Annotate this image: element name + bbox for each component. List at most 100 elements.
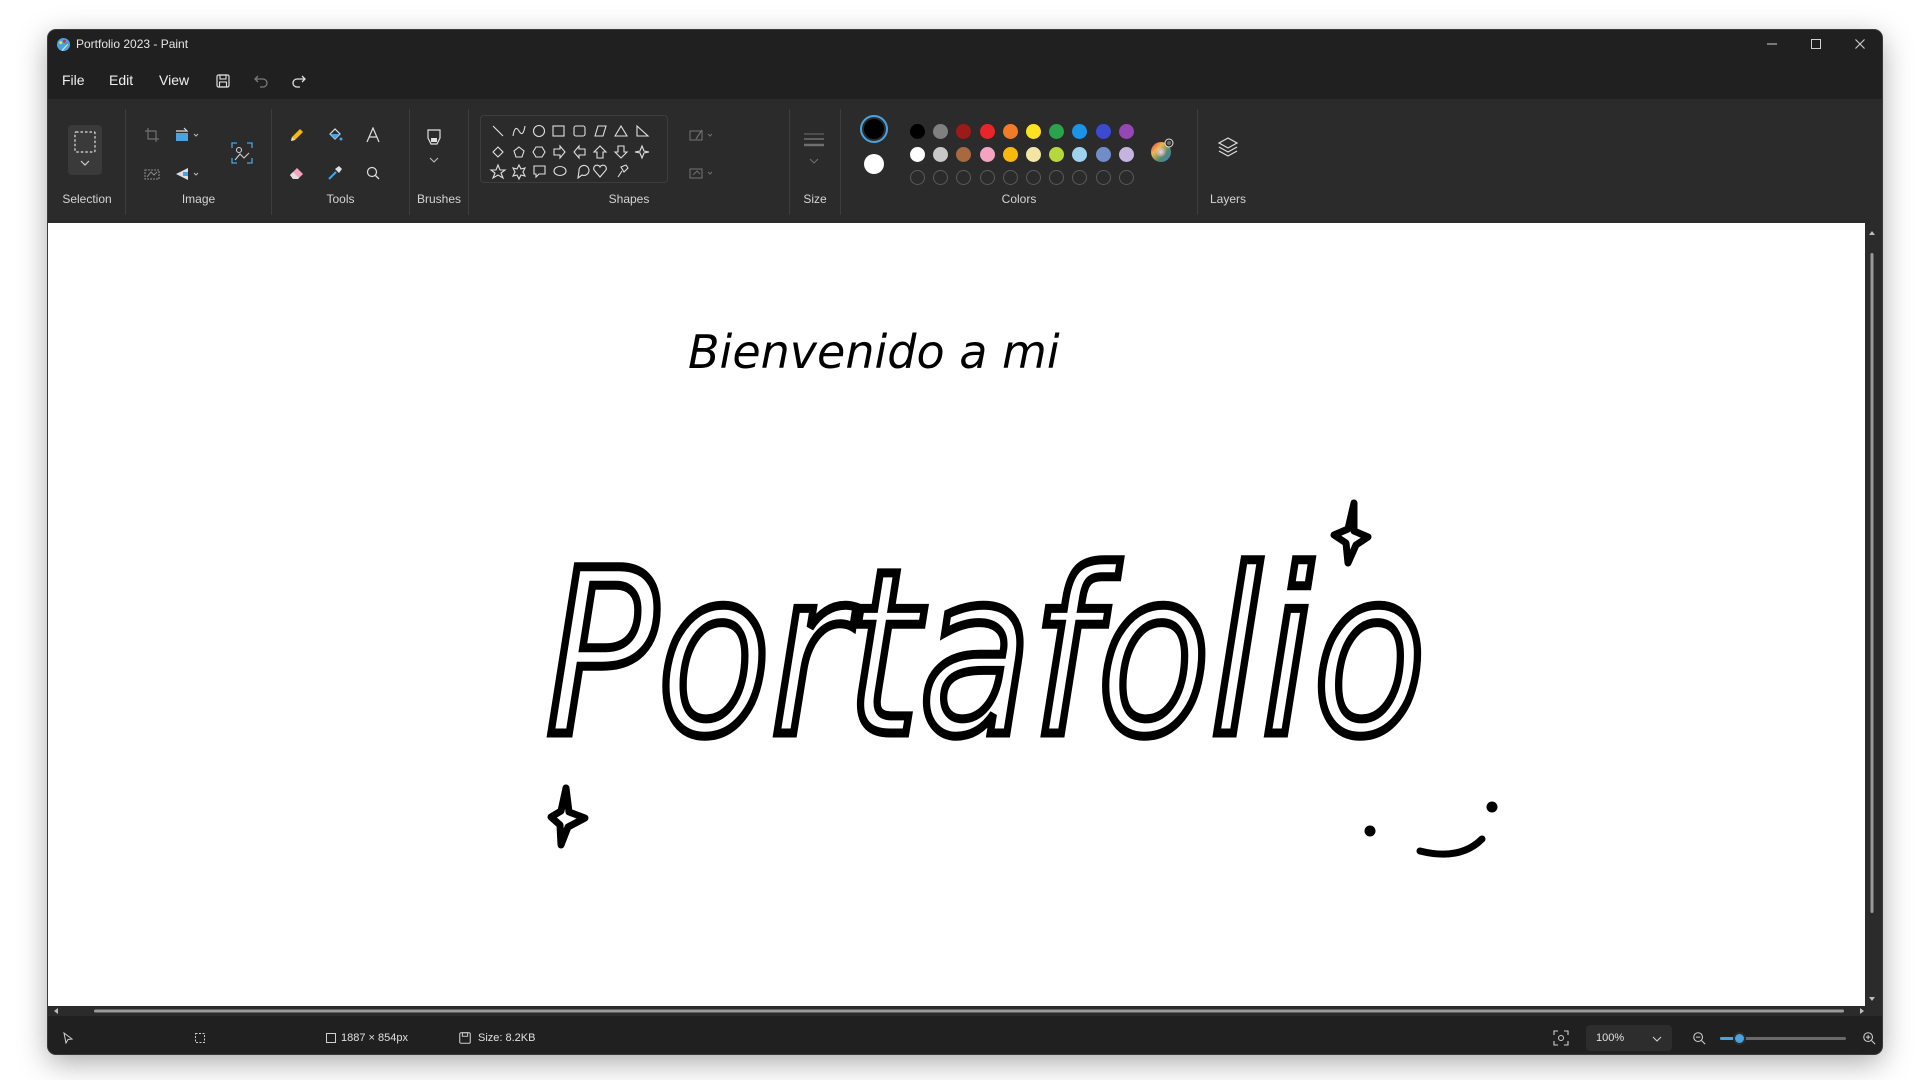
custom-color-slot[interactable] xyxy=(933,170,949,185)
smiley-mouth-doodle xyxy=(1416,835,1486,858)
custom-color-slot[interactable] xyxy=(1026,170,1041,185)
horizontal-scrollbar[interactable] xyxy=(54,1008,1864,1014)
shapes-gallery[interactable] xyxy=(480,115,668,183)
selection-tool[interactable] xyxy=(68,125,102,175)
menu-edit[interactable]: Edit xyxy=(109,72,133,88)
paint-bucket-icon xyxy=(329,128,343,141)
palette-color-swatch[interactable] xyxy=(910,124,925,139)
palette-color-swatch[interactable] xyxy=(1026,147,1041,162)
secondary-color-button[interactable] xyxy=(864,154,884,174)
palette-color-swatch[interactable] xyxy=(1118,124,1134,139)
zoom-out-icon xyxy=(1693,1032,1706,1045)
edit-colors-button[interactable] xyxy=(1148,137,1176,165)
canvas-size-icon xyxy=(326,1033,336,1043)
chevron-down-icon xyxy=(1652,1036,1662,1042)
custom-color-slot[interactable] xyxy=(1072,170,1088,185)
drawing-canvas[interactable]: Bienvenido a mi Portafolio xyxy=(48,223,1865,1006)
fill-tool[interactable] xyxy=(321,121,349,149)
custom-color-slot[interactable] xyxy=(1002,170,1018,185)
remove-background-button[interactable] xyxy=(228,139,256,167)
color-wheel-icon xyxy=(1151,138,1174,162)
shape-outline-button[interactable] xyxy=(688,121,716,149)
magnifier-tool[interactable] xyxy=(359,159,387,187)
ribbon-toolbar: Selection Image Tools Brushes Shapes Siz… xyxy=(48,99,1882,223)
minimize-button[interactable] xyxy=(1750,30,1794,58)
palette-color-swatch[interactable] xyxy=(1072,124,1088,139)
window-title: Portfolio 2023 - Paint xyxy=(76,37,189,51)
image-effects-icon xyxy=(144,169,160,180)
cursor-position-icon xyxy=(63,1032,74,1044)
custom-color-slot[interactable] xyxy=(1118,170,1134,185)
smiley-eye-doodle xyxy=(1364,825,1376,837)
palette-color-swatch[interactable] xyxy=(910,147,925,162)
palette-color-swatch[interactable] xyxy=(1049,147,1065,162)
rotate-icon xyxy=(176,168,199,180)
text-tool[interactable] xyxy=(359,121,387,149)
vertical-scrollbar[interactable] xyxy=(1869,231,1875,1001)
custom-color-slot[interactable] xyxy=(979,170,995,185)
crop-icon xyxy=(145,128,159,142)
pencil-tool[interactable] xyxy=(283,121,311,149)
sparkle-doodle xyxy=(547,784,589,849)
remove-background-icon xyxy=(231,142,253,164)
maximize-button[interactable] xyxy=(1794,30,1838,58)
palette-color-swatch[interactable] xyxy=(979,124,995,139)
close-icon xyxy=(1855,39,1865,49)
eraser-tool[interactable] xyxy=(283,159,311,187)
menu-view[interactable]: View xyxy=(159,72,189,88)
zoom-out-button[interactable] xyxy=(1685,1024,1713,1052)
line-size-icon xyxy=(804,133,824,164)
undo-button[interactable] xyxy=(248,68,274,94)
minimize-icon xyxy=(1767,43,1777,45)
palette-color-swatch[interactable] xyxy=(1002,147,1018,162)
palette-color-swatch[interactable] xyxy=(1049,124,1065,139)
shapes-icon-grid xyxy=(489,124,650,181)
custom-color-slot[interactable] xyxy=(1095,170,1111,185)
palette-color-swatch[interactable] xyxy=(979,147,995,162)
zoom-slider-thumb[interactable] xyxy=(1732,1032,1746,1045)
pencil-icon xyxy=(291,129,303,141)
resize-button[interactable] xyxy=(173,121,201,149)
palette-color-swatch[interactable] xyxy=(1095,147,1111,162)
shape-fill-icon xyxy=(689,168,713,179)
palette-color-swatch[interactable] xyxy=(1072,147,1088,162)
fit-to-window-button[interactable] xyxy=(1547,1024,1575,1052)
shape-fill-button[interactable] xyxy=(688,159,716,187)
smiley-eye-doodle xyxy=(1486,801,1498,813)
selection-size-icon xyxy=(195,1033,205,1043)
paint-app-icon xyxy=(56,37,71,52)
palette-color-swatch[interactable] xyxy=(1095,124,1111,139)
save-button[interactable] xyxy=(210,68,236,94)
zoom-in-button[interactable] xyxy=(1855,1024,1882,1052)
layers-button[interactable] xyxy=(1214,133,1242,161)
zoom-slider[interactable] xyxy=(1720,1032,1846,1045)
canvas-drawing: Bienvenido a mi Portafolio xyxy=(542,325,1498,858)
palette-color-swatch[interactable] xyxy=(956,124,972,139)
palette-color-swatch[interactable] xyxy=(933,124,949,139)
group-label-layers: Layers xyxy=(1209,192,1247,206)
redo-button[interactable] xyxy=(286,68,312,94)
crop-button[interactable] xyxy=(138,121,166,149)
brush-icon xyxy=(427,129,441,163)
palette-color-swatch[interactable] xyxy=(1002,124,1018,139)
custom-color-slot[interactable] xyxy=(1049,170,1065,185)
brushes-button[interactable] xyxy=(418,125,450,171)
palette-color-swatch[interactable] xyxy=(1026,124,1041,139)
maximize-icon xyxy=(1811,39,1821,49)
custom-color-slot[interactable] xyxy=(910,170,925,185)
palette-color-swatch[interactable] xyxy=(1118,147,1134,162)
palette-color-swatch[interactable] xyxy=(956,147,972,162)
rotate-button[interactable] xyxy=(173,160,201,188)
image-effects-button[interactable] xyxy=(138,160,166,188)
palette-color-swatch[interactable] xyxy=(933,147,949,162)
close-button[interactable] xyxy=(1838,30,1882,58)
custom-color-slot[interactable] xyxy=(956,170,972,185)
fit-to-window-icon xyxy=(1553,1030,1569,1046)
zoom-dropdown[interactable]: 100% xyxy=(1586,1025,1672,1051)
color-picker-tool[interactable] xyxy=(321,159,349,187)
redo-icon xyxy=(292,75,306,88)
primary-color-button[interactable] xyxy=(860,115,888,143)
menu-file[interactable]: File xyxy=(62,72,85,88)
size-button[interactable] xyxy=(798,125,830,171)
canvas-workspace: Bienvenido a mi Portafolio xyxy=(48,223,1882,1016)
